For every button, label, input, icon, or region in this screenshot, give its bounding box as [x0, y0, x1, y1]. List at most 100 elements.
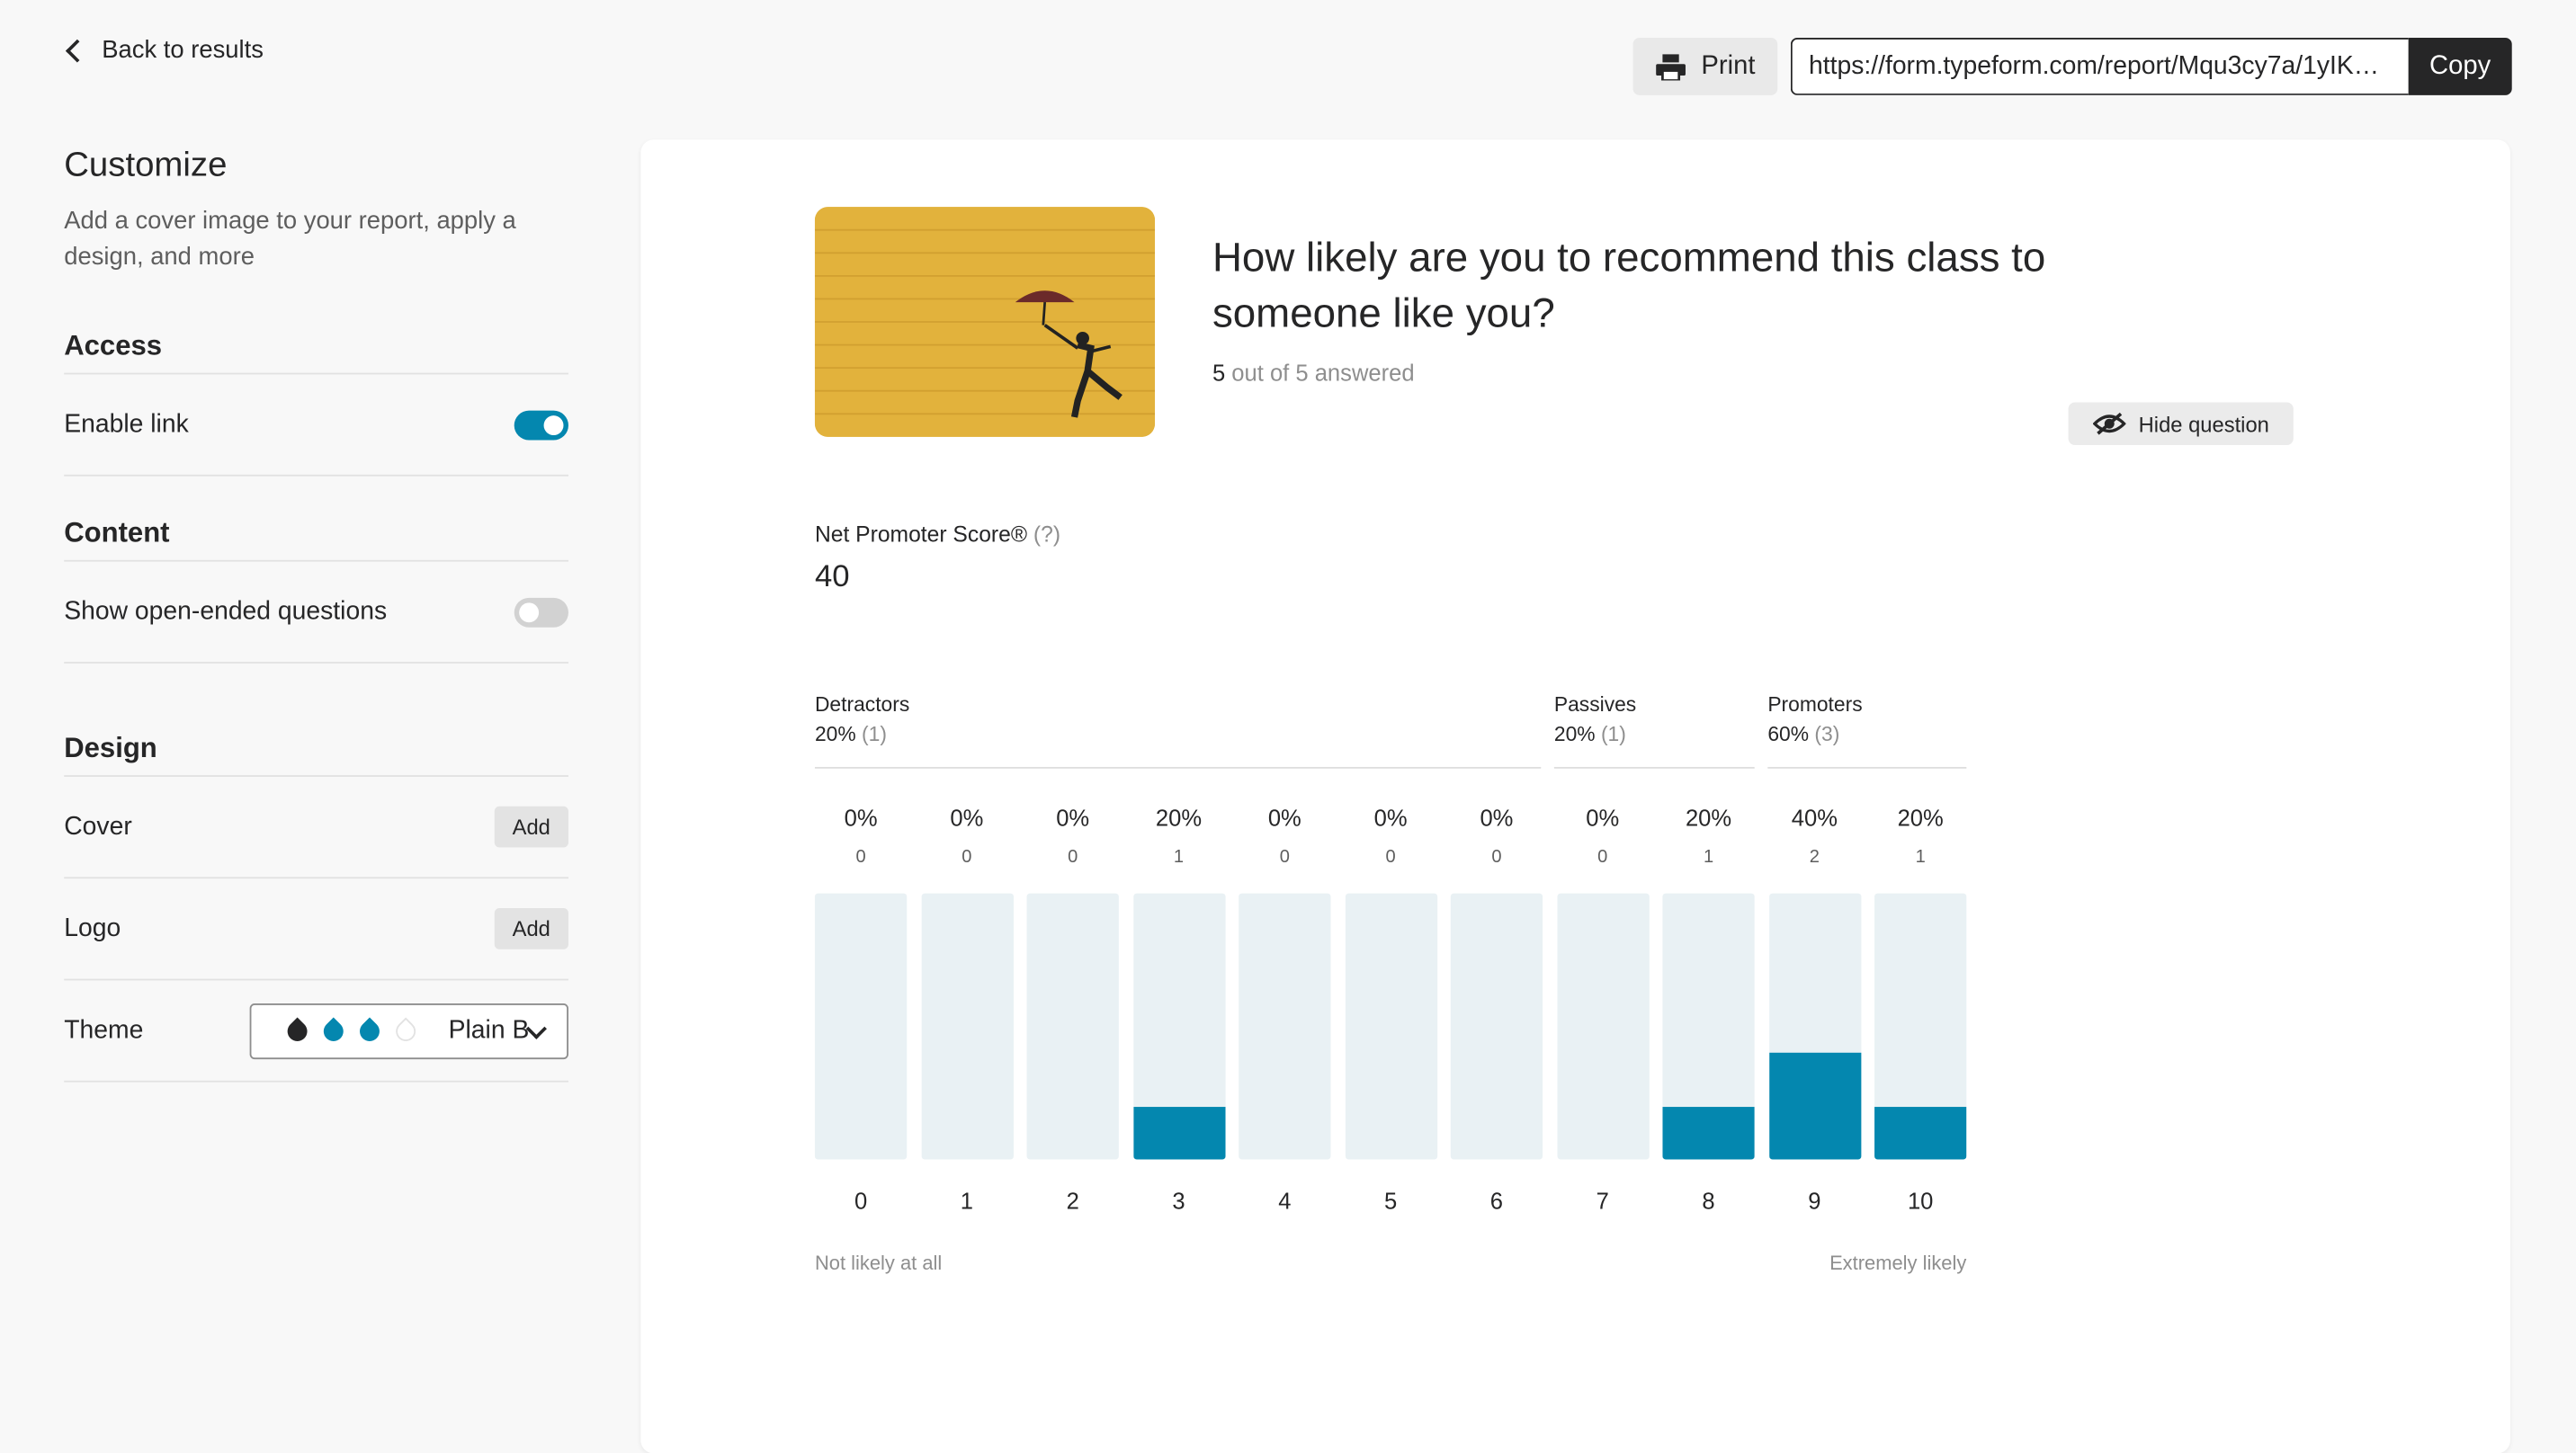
copy-button[interactable]: Copy: [2408, 38, 2512, 95]
cover-row: Cover Add: [64, 777, 568, 879]
design-heading: Design: [64, 733, 568, 777]
back-to-results-link[interactable]: Back to results: [62, 36, 264, 64]
bar-count-label: 0: [855, 847, 866, 868]
bar-track: [1450, 893, 1543, 1160]
question-card: How likely are you to recommend this cla…: [640, 139, 2510, 1453]
answered-number: 5: [1212, 360, 1226, 387]
bar-category-label: 3: [1172, 1187, 1185, 1214]
nps-label-text: Net Promoter Score®: [814, 521, 1028, 548]
cover-image: [814, 207, 1156, 437]
bar-track: [920, 893, 1014, 1160]
enable-link-toggle[interactable]: [514, 409, 568, 440]
open-ended-row: Show open-ended questions: [64, 562, 568, 664]
print-label: Print: [1701, 51, 1756, 80]
promoters-name: Promoters: [1767, 692, 1863, 717]
bar-track: [1344, 893, 1437, 1160]
nps-help-link[interactable]: (?): [1033, 522, 1060, 547]
open-ended-toggle[interactable]: [514, 596, 568, 627]
umbrella-dancer-image: [814, 207, 1156, 437]
bar-category-label: 0: [854, 1187, 868, 1214]
bar-count-label: 2: [1809, 847, 1820, 868]
hide-question-label: Hide question: [2138, 411, 2269, 436]
drop-icon: [391, 1016, 420, 1045]
theme-row: Theme Plain B: [64, 980, 568, 1083]
access-heading: Access: [64, 330, 568, 375]
bar-track: [1662, 893, 1755, 1160]
bar-category-label: 7: [1596, 1187, 1609, 1214]
bar-count-label: 0: [1491, 847, 1502, 868]
bar-percent-label: 0%: [1373, 804, 1408, 832]
detractors-pct: 20%: [814, 722, 856, 746]
promoters-group: Promoters 60% (3): [1767, 692, 1967, 769]
hide-question-button[interactable]: Hide question: [2068, 402, 2294, 445]
bar-count-label: 1: [1703, 847, 1714, 868]
passives-pct: 20%: [1553, 722, 1596, 746]
logo-row: Logo Add: [64, 878, 568, 981]
bar-fill-9: [1768, 1053, 1861, 1160]
bar-category-label: 4: [1278, 1187, 1292, 1214]
bar-count-label: 1: [1173, 847, 1185, 868]
bar-track: [1556, 893, 1649, 1160]
bar-category-label: 2: [1066, 1187, 1079, 1214]
bar-percent-label: 20%: [1685, 804, 1732, 832]
bar-track: [1026, 893, 1119, 1160]
content-heading: Content: [64, 517, 568, 562]
passives-count: (1): [1600, 722, 1626, 746]
bar-category-label: 5: [1383, 1187, 1398, 1214]
detractors-stats: 20% (1): [815, 723, 1541, 746]
sidebar-title: Customize: [64, 146, 228, 184]
add-logo-button[interactable]: Add: [494, 908, 568, 949]
report-page: Back to results Print https://form.typef…: [0, 0, 2576, 1453]
bar-percent-label: 0%: [1267, 804, 1301, 832]
eye-off-icon: [2092, 412, 2126, 435]
customize-sidebar: Customize Add a cover image to your repo…: [64, 145, 568, 1083]
bar-count-label: 0: [962, 847, 972, 868]
bar-category-label: 9: [1808, 1187, 1821, 1214]
logo-label: Logo: [64, 914, 121, 942]
bar-track: [1132, 893, 1225, 1160]
detractors-count: (1): [862, 722, 887, 746]
detractors-group: Detractors 20% (1): [814, 692, 1542, 769]
bar-track: [1874, 893, 1967, 1160]
bar-track: [1768, 893, 1861, 1160]
toggle-knob: [543, 415, 564, 435]
share-url-field[interactable]: https://form.typeform.com/report/Mqu3cy7…: [1790, 38, 2409, 95]
theme-select[interactable]: Plain B: [249, 1003, 568, 1059]
bar-category-label: 10: [1907, 1187, 1934, 1214]
detractors-name: Detractors: [814, 692, 910, 717]
sidebar-subtitle: Add a cover image to your report, apply …: [64, 207, 516, 272]
bar-percent-label: 0%: [1480, 804, 1514, 832]
bar-percent-label: 0%: [1056, 804, 1090, 832]
bar-fill-3: [1132, 1106, 1225, 1160]
bar-percent-label: 20%: [1155, 804, 1203, 832]
add-cover-button[interactable]: Add: [494, 806, 568, 848]
scale-low-label: Not likely at all: [814, 1251, 943, 1275]
promoters-count: (3): [1814, 722, 1840, 746]
answered-count: 5 out of 5 answered: [1212, 360, 1415, 386]
chevron-left-icon: [65, 38, 89, 62]
print-button[interactable]: Print: [1632, 38, 1778, 95]
drop-icon: [319, 1016, 348, 1045]
bar-count-label: 0: [1279, 847, 1290, 868]
theme-label: Theme: [64, 1015, 144, 1044]
toggle-knob: [519, 602, 540, 622]
promoters-stats: 60% (3): [1767, 723, 1966, 746]
drop-icon: [283, 1016, 312, 1045]
bar-count-label: 1: [1915, 847, 1926, 868]
promoters-pct: 60%: [1767, 722, 1810, 746]
drop-icon: [355, 1016, 384, 1045]
bar-percent-label: 0%: [950, 804, 984, 832]
bar-category-label: 1: [960, 1187, 974, 1214]
theme-value: Plain B: [448, 1015, 530, 1044]
bar-fill-10: [1874, 1106, 1967, 1160]
bar-percent-label: 0%: [1586, 804, 1620, 832]
scale-high-label: Extremely likely: [1829, 1251, 1967, 1275]
bar-track: [814, 893, 908, 1160]
bar-count-label: 0: [1597, 847, 1608, 868]
question-title: How likely are you to recommend this cla…: [1212, 235, 2046, 337]
bar-category-label: 6: [1489, 1187, 1504, 1214]
passives-stats: 20% (1): [1554, 723, 1755, 746]
bar-category-label: 8: [1702, 1187, 1715, 1214]
passives-group: Passives 20% (1): [1553, 693, 1755, 769]
open-ended-label: Show open-ended questions: [64, 596, 388, 625]
